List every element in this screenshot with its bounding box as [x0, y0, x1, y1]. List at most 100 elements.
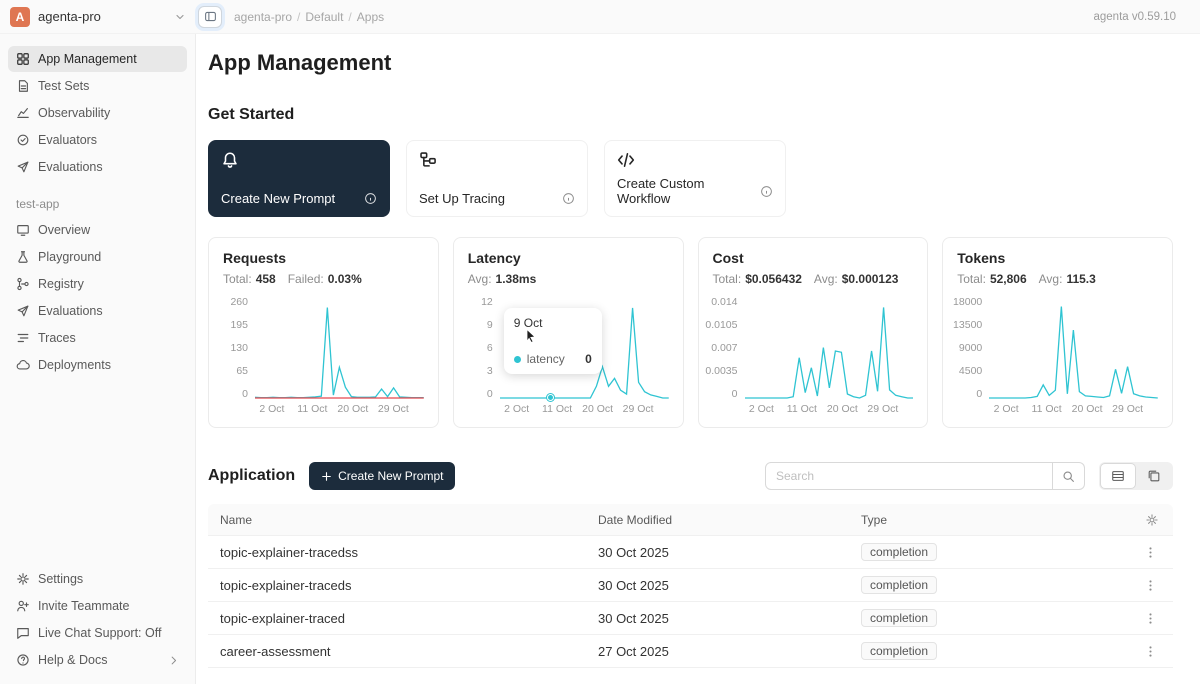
- sidebar-item-invite-teammate[interactable]: Invite Teammate: [8, 593, 187, 619]
- create-custom-workflow-card[interactable]: Create Custom Workflow: [604, 140, 786, 217]
- search-button[interactable]: [1053, 462, 1085, 490]
- sidebar-item-observability[interactable]: Observability: [8, 100, 187, 126]
- traces-icon: [16, 331, 30, 345]
- plot-area: [989, 296, 1158, 400]
- plus-icon: [321, 471, 332, 482]
- column-header-date-modified: Date Modified: [598, 513, 861, 527]
- chart-tooltip: 9 Oct latency 0: [504, 308, 602, 374]
- type-tag: completion: [861, 642, 937, 660]
- observability-icon: [16, 106, 30, 120]
- sidebar-item-label: Observability: [38, 106, 110, 120]
- sidebar-item-overview[interactable]: Overview: [8, 217, 187, 243]
- row-menu-button[interactable]: [1142, 610, 1159, 627]
- latency-chart: 129630 9 Oct latency 0: [468, 296, 669, 417]
- chart-marker-dot: [547, 394, 554, 401]
- sidebar-item-label: Invite Teammate: [38, 599, 129, 613]
- app-management-icon: [16, 52, 30, 66]
- row-menu-button[interactable]: [1142, 643, 1159, 660]
- table-view-icon: [1111, 469, 1125, 483]
- sidebar-section-title: test-app: [16, 197, 187, 211]
- app-version: agenta v0.59.10: [1094, 11, 1177, 23]
- info-icon[interactable]: [562, 192, 575, 205]
- column-settings-icon[interactable]: [1145, 513, 1159, 527]
- settings-icon: [16, 572, 30, 586]
- sidebar-item-live-chat[interactable]: Live Chat Support: Off: [8, 620, 187, 646]
- metric-stats: Total:458Failed:0.03%: [223, 272, 424, 286]
- info-icon[interactable]: [364, 192, 377, 205]
- app-date: 30 Oct 2025: [598, 545, 861, 560]
- row-menu-button[interactable]: [1142, 544, 1159, 561]
- info-icon[interactable]: [760, 185, 773, 198]
- series-dot-icon: [514, 356, 521, 363]
- sidebar-item-traces[interactable]: Traces: [8, 325, 187, 351]
- sidebar-item-evaluations-app[interactable]: Evaluations: [8, 298, 187, 324]
- row-menu-button[interactable]: [1142, 577, 1159, 594]
- evaluations-icon: [16, 160, 30, 174]
- y-axis-ticks: 260195130650: [223, 296, 255, 400]
- app-date: 30 Oct 2025: [598, 578, 861, 593]
- card-view-button[interactable]: [1137, 464, 1171, 488]
- sidebar-item-label: App Management: [38, 52, 137, 66]
- metric-stats: Avg:1.38ms: [468, 272, 669, 286]
- y-axis-ticks: 1800013500900045000: [957, 296, 989, 400]
- chevron-right-icon: [168, 655, 179, 666]
- table-row[interactable]: topic-explainer-traced 30 Oct 2025 compl…: [208, 602, 1173, 635]
- sidebar-item-label: Playground: [38, 250, 101, 264]
- cursor-icon: [524, 328, 538, 343]
- code-icon: [617, 151, 773, 169]
- sidebar-item-help-docs[interactable]: Help & Docs: [8, 647, 187, 673]
- app-name: topic-explainer-tracedss: [208, 545, 598, 560]
- invite-icon: [16, 599, 30, 613]
- view-toggle: [1099, 462, 1173, 490]
- y-axis-ticks: 129630: [468, 296, 500, 400]
- x-axis-ticks: 2 Oct11 Oct20 Oct29 Oct: [500, 403, 669, 417]
- table-row[interactable]: career-assessment 27 Oct 2025 completion: [208, 635, 1173, 668]
- sidebar-item-label: Evaluations: [38, 160, 103, 174]
- cost-chart: 0.0140.01050.0070.00350 2 Oct11 Oct20 Oc…: [713, 296, 914, 417]
- sidebar-item-settings[interactable]: Settings: [8, 566, 187, 592]
- metric-title: Latency: [468, 250, 669, 266]
- search-group: [765, 462, 1085, 490]
- metric-stats: Total:$0.056432Avg:$0.000123: [713, 272, 914, 286]
- sidebar-item-evaluations[interactable]: Evaluations: [8, 154, 187, 180]
- get-started-cards: Create New Prompt Set Up Tracing Create …: [208, 140, 1173, 217]
- table-row[interactable]: topic-explainer-tracedss 30 Oct 2025 com…: [208, 536, 1173, 569]
- app-date: 30 Oct 2025: [598, 611, 861, 626]
- playground-icon: [16, 250, 30, 264]
- breadcrumb-separator: /: [297, 10, 300, 24]
- table-view-button[interactable]: [1101, 464, 1135, 488]
- sidebar-item-label: Registry: [38, 277, 84, 291]
- get-started-title: Get Started: [208, 106, 1173, 124]
- sidebar-item-evaluators[interactable]: Evaluators: [8, 127, 187, 153]
- chat-icon: [16, 626, 30, 640]
- search-input[interactable]: [765, 462, 1053, 490]
- sidebar-item-test-sets[interactable]: Test Sets: [8, 73, 187, 99]
- metric-title: Requests: [223, 250, 424, 266]
- sidebar-item-app-management[interactable]: App Management: [8, 46, 187, 72]
- breadcrumb-item[interactable]: Default: [305, 10, 343, 24]
- create-new-prompt-button[interactable]: Create New Prompt: [309, 462, 455, 490]
- breadcrumb-item[interactable]: Apps: [357, 10, 384, 24]
- sidebar-item-playground[interactable]: Playground: [8, 244, 187, 270]
- workspace-selector[interactable]: A agenta-pro: [0, 0, 196, 33]
- sidebar-item-registry[interactable]: Registry: [8, 271, 187, 297]
- sidebar-item-deployments[interactable]: Deployments: [8, 352, 187, 378]
- sidebar-item-label: Traces: [38, 331, 76, 345]
- table-row[interactable]: topic-explainer-traceds 30 Oct 2025 comp…: [208, 569, 1173, 602]
- sidebar-toggle-button[interactable]: [198, 6, 222, 28]
- plot-area: 9 Oct latency 0: [500, 296, 669, 400]
- column-header-name: Name: [208, 513, 598, 527]
- x-axis-ticks: 2 Oct11 Oct20 Oct29 Oct: [745, 403, 914, 417]
- sidebar-item-label: Evaluations: [38, 304, 103, 318]
- breadcrumb-item[interactable]: agenta-pro: [234, 10, 292, 24]
- gs-card-label: Create Custom Workflow: [617, 176, 760, 206]
- workspace-name: agenta-pro: [38, 9, 166, 24]
- metric-title: Tokens: [957, 250, 1158, 266]
- tracing-icon: [419, 151, 575, 169]
- create-new-prompt-card[interactable]: Create New Prompt: [208, 140, 390, 217]
- metric-stats: Total:52,806Avg:115.3: [957, 272, 1158, 286]
- sidebar-item-label: Help & Docs: [38, 653, 107, 667]
- plot-area: [255, 296, 424, 400]
- set-up-tracing-card[interactable]: Set Up Tracing: [406, 140, 588, 217]
- evaluations-icon: [16, 304, 30, 318]
